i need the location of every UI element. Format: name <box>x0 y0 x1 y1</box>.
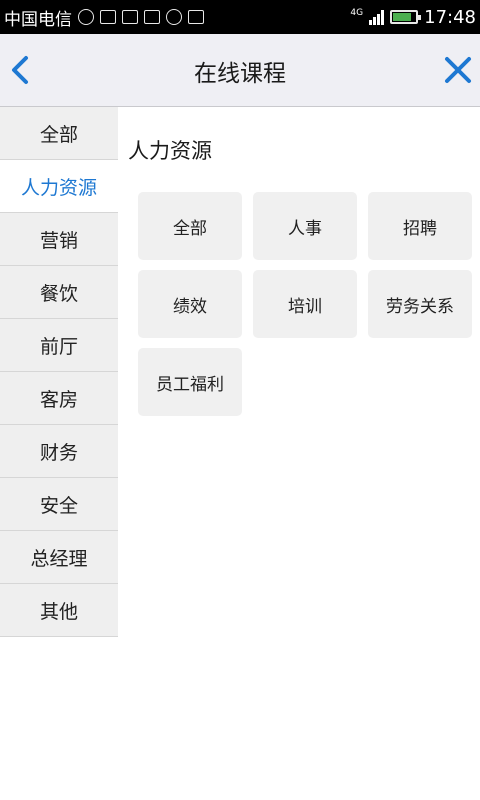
sidebar-item-4[interactable]: 前厅 <box>0 319 118 372</box>
title-bar: 在线课程 <box>0 34 480 107</box>
status-left: 中国电信 <box>4 5 204 30</box>
carrier-name: 中国电信 <box>4 9 72 30</box>
sidebar-item-1[interactable]: 人力资源 <box>0 160 118 213</box>
subcategory-button-2[interactable]: 招聘 <box>368 192 472 260</box>
subcategory-button-4[interactable]: 培训 <box>253 270 357 338</box>
sidebar-item-8[interactable]: 总经理 <box>0 531 118 584</box>
status-time: 17:48 <box>424 6 476 28</box>
close-icon <box>445 57 471 83</box>
download-icon <box>100 10 116 24</box>
close-button[interactable] <box>442 52 474 88</box>
subcategory-grid: 全部 人事 招聘绩效 培训 劳务关系员工福利 <box>138 192 472 416</box>
subcategory-button-5[interactable]: 劳务关系 <box>368 270 472 338</box>
section-title: 人力资源 <box>128 139 212 163</box>
sidebar-item-9[interactable]: 其他 <box>0 584 118 637</box>
battery-level <box>393 13 411 21</box>
sidebar-item-5[interactable]: 客房 <box>0 372 118 425</box>
document-icon <box>122 10 138 24</box>
subcategory-button-1[interactable]: 人事 <box>253 192 357 260</box>
sidebar-item-0[interactable]: 全部 <box>0 107 118 160</box>
category-sidebar: 全部 人力资源 营销 餐饮 前厅 客房 财务 安全 总经理 其他 <box>0 107 118 637</box>
network-type: 4G <box>350 7 364 18</box>
pause-icon <box>166 9 182 25</box>
status-right: 4G 17:48 <box>350 7 476 28</box>
battery-icon <box>390 10 422 24</box>
signal-icon <box>369 9 385 25</box>
sidebar-item-6[interactable]: 财务 <box>0 425 118 478</box>
image-icon <box>188 10 204 24</box>
sidebar-item-2[interactable]: 营销 <box>0 213 118 266</box>
sync-icon <box>78 9 94 25</box>
sidebar-item-3[interactable]: 餐饮 <box>0 266 118 319</box>
keyboard-icon <box>144 10 160 24</box>
subcategory-button-3[interactable]: 绩效 <box>138 270 242 338</box>
page-title: 在线课程 <box>194 60 286 87</box>
sidebar-item-7[interactable]: 安全 <box>0 478 118 531</box>
subcategory-button-6[interactable]: 员工福利 <box>138 348 242 416</box>
subcategory-button-0[interactable]: 全部 <box>138 192 242 260</box>
status-bar: 中国电信 4G 17:48 <box>0 0 480 34</box>
